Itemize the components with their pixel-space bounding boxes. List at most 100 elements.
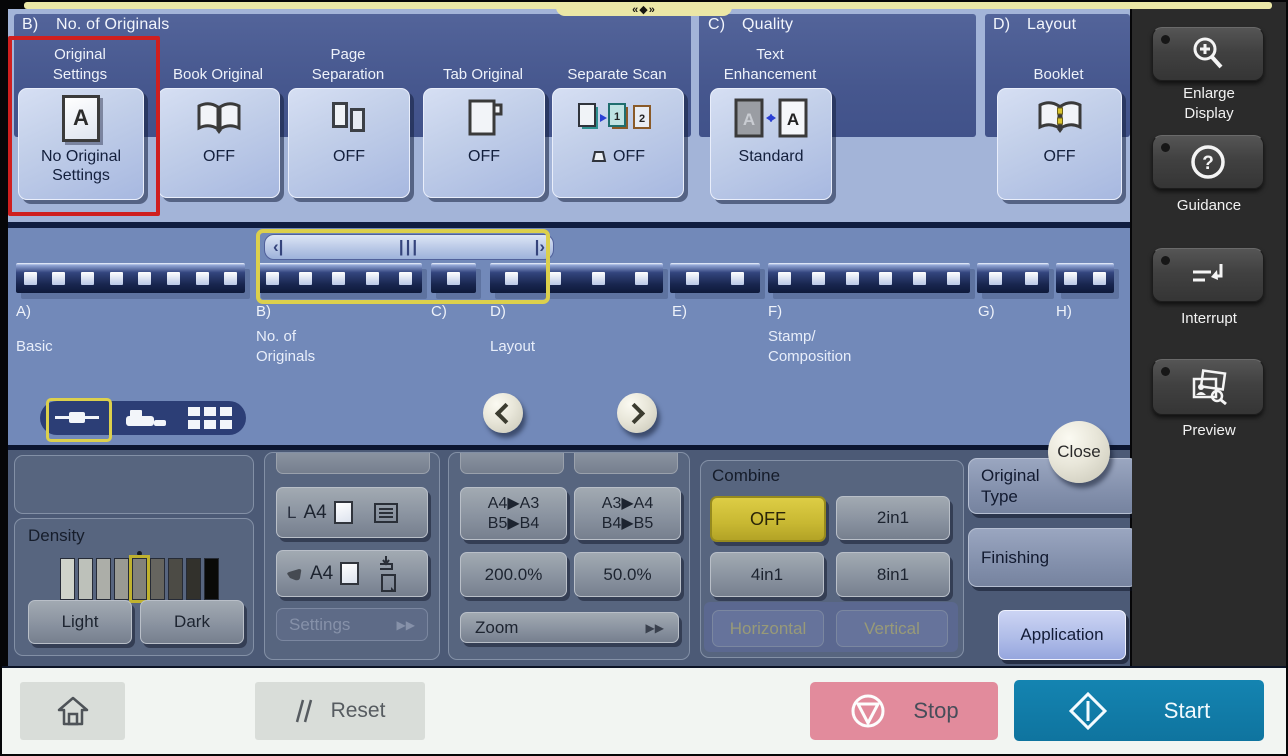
- paper-tray-button[interactable]: L A4: [276, 487, 428, 538]
- indicator-dot: [1161, 143, 1170, 152]
- paper-sheet-icon: [334, 501, 353, 524]
- svg-text:A: A: [743, 110, 755, 129]
- tab-page-icon: [464, 89, 504, 147]
- indicator-dot: [1161, 367, 1170, 376]
- page-right-button[interactable]: [617, 393, 657, 433]
- strip-letter-d: D): [490, 303, 506, 320]
- pull-handle-tab[interactable]: «◆»: [556, 2, 732, 16]
- drag-handle-icon: «◆»: [632, 3, 656, 16]
- bypass-tray-button[interactable]: A4: [276, 550, 428, 597]
- two-pages-icon: [328, 89, 370, 147]
- zoom-a4-a3-button[interactable]: A4▶A3 B5▶B4: [460, 487, 567, 540]
- svg-text:2: 2: [639, 113, 645, 125]
- separate-scan-value: OFF: [591, 147, 645, 166]
- text-contrast-icon: A A: [732, 89, 810, 147]
- zoom-button-partial[interactable]: [574, 453, 678, 474]
- indicator-dot: [1161, 256, 1170, 265]
- section-d-letter: D): [993, 16, 1027, 34]
- strip-segment-layout[interactable]: [490, 263, 663, 293]
- svg-text:A: A: [787, 110, 799, 129]
- strip-segment-c[interactable]: [431, 263, 476, 293]
- guidance-button[interactable]: ?: [1152, 135, 1264, 189]
- scrollbar-left-arrow-icon[interactable]: ‹|: [273, 237, 283, 257]
- strip-name-basic: Basic: [16, 337, 53, 357]
- stop-label: Stop: [913, 698, 958, 724]
- scrollbar-grip-icon[interactable]: |||: [399, 237, 419, 257]
- double-arrow-icon: ▶▶: [397, 618, 415, 632]
- separate-scan-label: Separate Scan: [548, 38, 686, 84]
- density-dark-button[interactable]: Dark: [140, 600, 244, 644]
- section-d-title: Layout: [1027, 16, 1076, 33]
- strip-segment-basic[interactable]: [16, 263, 245, 293]
- magnifier-plus-icon: [1188, 34, 1228, 74]
- tray-prefix: L: [287, 503, 296, 523]
- strip-letter-g: G): [978, 303, 995, 320]
- section-c-title: Quality: [742, 16, 793, 33]
- strip-letter-c: C): [431, 303, 447, 320]
- combine-off-button[interactable]: OFF: [710, 496, 826, 542]
- home-button[interactable]: [20, 682, 125, 740]
- close-button[interactable]: Close: [1048, 421, 1110, 483]
- zoom-menu-button[interactable]: Zoom▶▶: [460, 612, 679, 643]
- scrollbar-right-arrow-icon[interactable]: |›: [535, 237, 545, 257]
- combine-2in1-button[interactable]: 2in1: [836, 496, 950, 540]
- svg-text:1: 1: [614, 111, 620, 123]
- start-button[interactable]: Start: [1014, 680, 1264, 741]
- tab-original-value: OFF: [468, 147, 500, 166]
- zoom-a3-a4-button[interactable]: A3▶A4 B4▶B5: [574, 487, 681, 540]
- strip-segment-stamp[interactable]: [768, 263, 970, 293]
- strip-segment-h[interactable]: [1056, 263, 1114, 293]
- density-light-button[interactable]: Light: [28, 600, 132, 644]
- view-mode-grid-icon[interactable]: [180, 401, 240, 435]
- booklet-button[interactable]: OFF: [997, 88, 1122, 200]
- strip-segment-e[interactable]: [670, 263, 760, 293]
- zoom-50-button[interactable]: 50.0%: [574, 552, 681, 597]
- enlarge-display-button[interactable]: [1152, 27, 1264, 81]
- hand-icon: [285, 565, 303, 583]
- enlarge-display-label: Enlarge Display: [1132, 84, 1286, 123]
- tab-original-button[interactable]: OFF: [423, 88, 545, 198]
- section-c-letter: C): [708, 16, 742, 34]
- stop-button[interactable]: Stop: [810, 682, 998, 740]
- zoom-200-button[interactable]: 200.0%: [460, 552, 567, 597]
- strip-scrollbar[interactable]: ‹| ||| |›: [264, 234, 554, 260]
- question-circle-icon: ?: [1188, 142, 1228, 182]
- section-c-header: C)Quality: [708, 16, 793, 34]
- finishing-button[interactable]: Finishing: [968, 528, 1138, 587]
- start-label: Start: [1164, 698, 1210, 724]
- preview-button[interactable]: [1152, 359, 1264, 415]
- interrupt-label: Interrupt: [1132, 309, 1286, 329]
- strip-letter-b: B): [256, 303, 271, 320]
- combine-4in1-button[interactable]: 4in1: [710, 552, 824, 597]
- zoom-button-partial[interactable]: [460, 453, 564, 474]
- preview-pages-icon: [1186, 369, 1230, 405]
- page-left-button[interactable]: [483, 393, 523, 433]
- booklet-staple-icon: [1036, 89, 1084, 147]
- home-icon: [56, 695, 90, 727]
- interrupt-button[interactable]: [1152, 248, 1264, 302]
- combine-8in1-button[interactable]: 8in1: [836, 552, 950, 597]
- section-b-letter: B): [22, 16, 56, 34]
- reset-button[interactable]: Reset: [255, 682, 425, 740]
- strip-segment-g[interactable]: [977, 263, 1049, 293]
- svg-text:?: ?: [1202, 153, 1214, 174]
- page-separation-button[interactable]: OFF: [288, 88, 410, 198]
- application-button[interactable]: Application: [998, 610, 1126, 660]
- view-mode-machine-icon[interactable]: [118, 401, 174, 435]
- chevron-right-icon: [624, 402, 645, 423]
- reset-slashes-icon: [295, 698, 317, 724]
- page-separation-label: Page Separation: [288, 38, 408, 84]
- strip-name-no-of-originals: No. of Originals: [256, 327, 315, 368]
- density-title: Density: [28, 526, 85, 546]
- strip-letter-h: H): [1056, 303, 1072, 320]
- chevron-left-icon: [495, 402, 516, 423]
- book-original-button[interactable]: OFF: [158, 88, 280, 198]
- text-enhancement-button[interactable]: A A Standard: [710, 88, 832, 200]
- strip-segment-no-of-originals[interactable]: [256, 263, 422, 293]
- paper-settings-button: Settings▶▶: [276, 608, 428, 641]
- separate-scan-button[interactable]: 1 2 OFF: [552, 88, 684, 198]
- paper-button-partial[interactable]: [276, 453, 430, 474]
- start-diamond-icon: [1068, 691, 1108, 731]
- section-b-header: B)No. of Originals: [22, 16, 169, 34]
- indicator-dot: [1161, 35, 1170, 44]
